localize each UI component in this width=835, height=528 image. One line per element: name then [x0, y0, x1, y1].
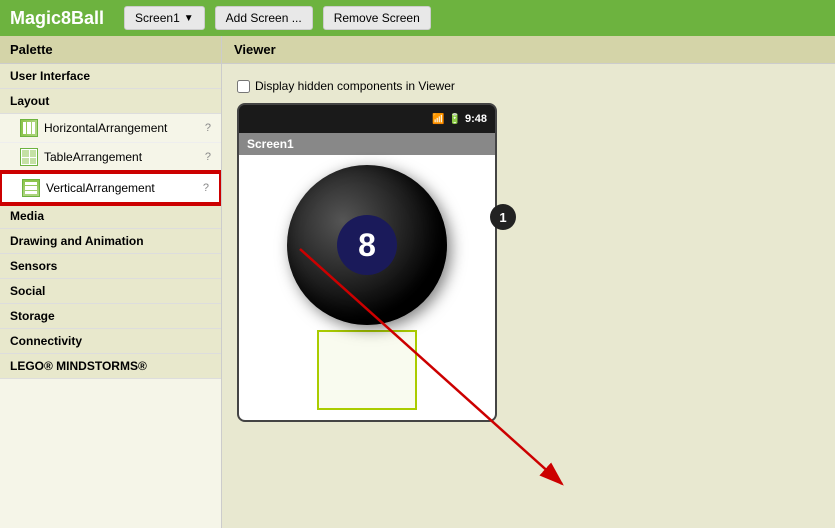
drop-zone[interactable] — [317, 330, 417, 410]
add-screen-button[interactable]: Add Screen ... — [215, 6, 313, 30]
battery-icon: 🔋 — [449, 114, 461, 125]
table-arrangement-label: TableArrangement — [44, 150, 199, 164]
sidebar-item-media[interactable]: Media — [0, 204, 221, 229]
list-item[interactable]: HorizontalArrangement ? — [0, 114, 221, 143]
wifi-icon: 📶 — [432, 114, 444, 125]
help-icon[interactable]: ? — [203, 182, 209, 194]
phone-screen-content: 8 — [239, 155, 495, 420]
palette-sidebar: Palette User Interface Layout Horizontal… — [0, 36, 222, 528]
list-item[interactable]: VerticalArrangement ? — [0, 172, 221, 204]
sidebar-item-label: Connectivity — [10, 334, 82, 348]
viewer-panel: Viewer Display hidden components in View… — [222, 36, 835, 528]
display-hidden-checkbox[interactable] — [237, 80, 250, 93]
phone-status-bar: 📶 🔋 9:48 — [239, 105, 495, 133]
help-icon[interactable]: ? — [205, 151, 211, 163]
screen-selector-button[interactable]: Screen1 ▼ — [124, 6, 205, 30]
palette-header: Palette — [0, 36, 221, 64]
screen-selector-label: Screen1 — [135, 11, 180, 25]
app-title: Magic8Ball — [10, 8, 104, 29]
main-layout: Palette User Interface Layout Horizontal… — [0, 36, 835, 528]
chevron-down-icon: ▼ — [184, 13, 194, 24]
sidebar-item-layout[interactable]: Layout — [0, 89, 221, 114]
sidebar-item-drawing-animation[interactable]: Drawing and Animation — [0, 229, 221, 254]
horizontal-arrangement-icon — [20, 119, 38, 137]
header: Magic8Ball Screen1 ▼ Add Screen ... Remo… — [0, 0, 835, 36]
sidebar-item-sensors[interactable]: Sensors — [0, 254, 221, 279]
phone-screen-title: Screen1 — [239, 133, 495, 155]
viewer-header: Viewer — [222, 36, 835, 64]
sidebar-item-social[interactable]: Social — [0, 279, 221, 304]
sidebar-item-lego[interactable]: LEGO® MINDSTORMS® — [0, 354, 221, 379]
display-hidden-label: Display hidden components in Viewer — [255, 79, 455, 93]
vertical-arrangement-label: VerticalArrangement — [46, 181, 197, 195]
status-time: 9:48 — [465, 113, 487, 125]
sidebar-item-user-interface[interactable]: User Interface — [0, 64, 221, 89]
sidebar-item-connectivity[interactable]: Connectivity — [0, 329, 221, 354]
list-item[interactable]: TableArrangement ? — [0, 143, 221, 172]
table-arrangement-icon — [20, 148, 38, 166]
vertical-arrangement-icon — [22, 179, 40, 197]
horizontal-arrangement-label: HorizontalArrangement — [44, 121, 199, 135]
sidebar-item-label: Layout — [10, 94, 49, 108]
sidebar-item-label: Storage — [10, 309, 55, 323]
sidebar-item-label: Drawing and Animation — [10, 234, 144, 248]
step-badge: 1 — [490, 204, 516, 230]
sidebar-item-label: Social — [10, 284, 45, 298]
phone-mockup: 📶 🔋 9:48 Screen1 8 — [237, 103, 497, 422]
help-icon[interactable]: ? — [205, 122, 211, 134]
magic8-number: 8 — [337, 215, 397, 275]
viewer-area: Display hidden components in Viewer 📶 🔋 … — [222, 64, 835, 440]
sidebar-item-label: User Interface — [10, 69, 90, 83]
sidebar-item-label: Media — [10, 209, 44, 223]
sidebar-item-storage[interactable]: Storage — [0, 304, 221, 329]
remove-screen-button[interactable]: Remove Screen — [323, 6, 431, 30]
sidebar-item-label: LEGO® MINDSTORMS® — [10, 359, 147, 373]
display-hidden-row: Display hidden components in Viewer — [237, 79, 820, 93]
magic8-ball: 8 — [287, 165, 447, 325]
sidebar-item-label: Sensors — [10, 259, 57, 273]
